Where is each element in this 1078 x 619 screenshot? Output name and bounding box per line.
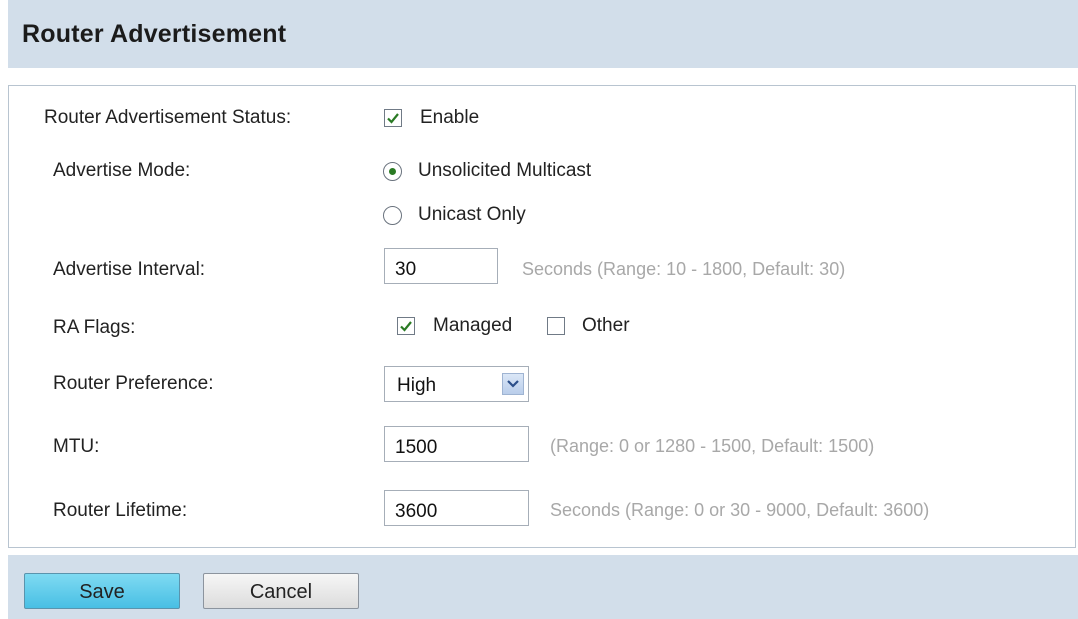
managed-label: Managed xyxy=(433,315,513,336)
router-advertisement-form xyxy=(8,85,1076,548)
mtu-hint: (Range: 0 or 1280 - 1500, Default: 1500) xyxy=(550,436,875,456)
router-preference-select[interactable]: High xyxy=(384,366,529,402)
advertise-mode-label: Advertise Mode: xyxy=(53,160,191,181)
router-preference-label: Router Preference: xyxy=(53,373,214,394)
router-lifetime-label: Router Lifetime: xyxy=(53,500,188,521)
option-unicast-only-label: Unicast Only xyxy=(418,204,526,225)
enable-checkbox[interactable] xyxy=(384,109,402,127)
other-checkbox[interactable] xyxy=(547,317,565,335)
status-label: Router Advertisement Status: xyxy=(44,107,292,128)
option-unsolicited-multicast-label: Unsolicited Multicast xyxy=(418,160,592,181)
router-preference-value: High xyxy=(397,375,437,396)
other-label: Other xyxy=(582,315,630,336)
page-title: Router Advertisement xyxy=(22,20,287,48)
advertise-interval-input[interactable] xyxy=(384,248,498,284)
check-icon xyxy=(400,321,412,332)
enable-label: Enable xyxy=(420,107,480,128)
page-header: Router Advertisement xyxy=(8,0,1078,68)
save-button[interactable]: Save xyxy=(24,573,180,609)
radio-unsolicited-multicast[interactable] xyxy=(383,162,402,181)
radio-unicast-only[interactable] xyxy=(383,206,402,225)
managed-checkbox[interactable] xyxy=(397,317,415,335)
ra-flags-label: RA Flags: xyxy=(53,317,136,338)
advertise-interval-label: Advertise Interval: xyxy=(53,259,206,280)
mtu-input[interactable] xyxy=(384,426,529,462)
router-lifetime-input[interactable] xyxy=(384,490,529,526)
mtu-label: MTU: xyxy=(53,436,100,457)
chevron-down-icon[interactable] xyxy=(502,373,524,395)
cancel-button[interactable]: Cancel xyxy=(203,573,359,609)
router-lifetime-hint: Seconds (Range: 0 or 30 - 9000, Default:… xyxy=(550,500,930,520)
advertise-interval-hint: Seconds (Range: 10 - 1800, Default: 30) xyxy=(522,259,846,279)
check-icon xyxy=(387,113,399,124)
radio-selected-dot xyxy=(389,168,396,175)
